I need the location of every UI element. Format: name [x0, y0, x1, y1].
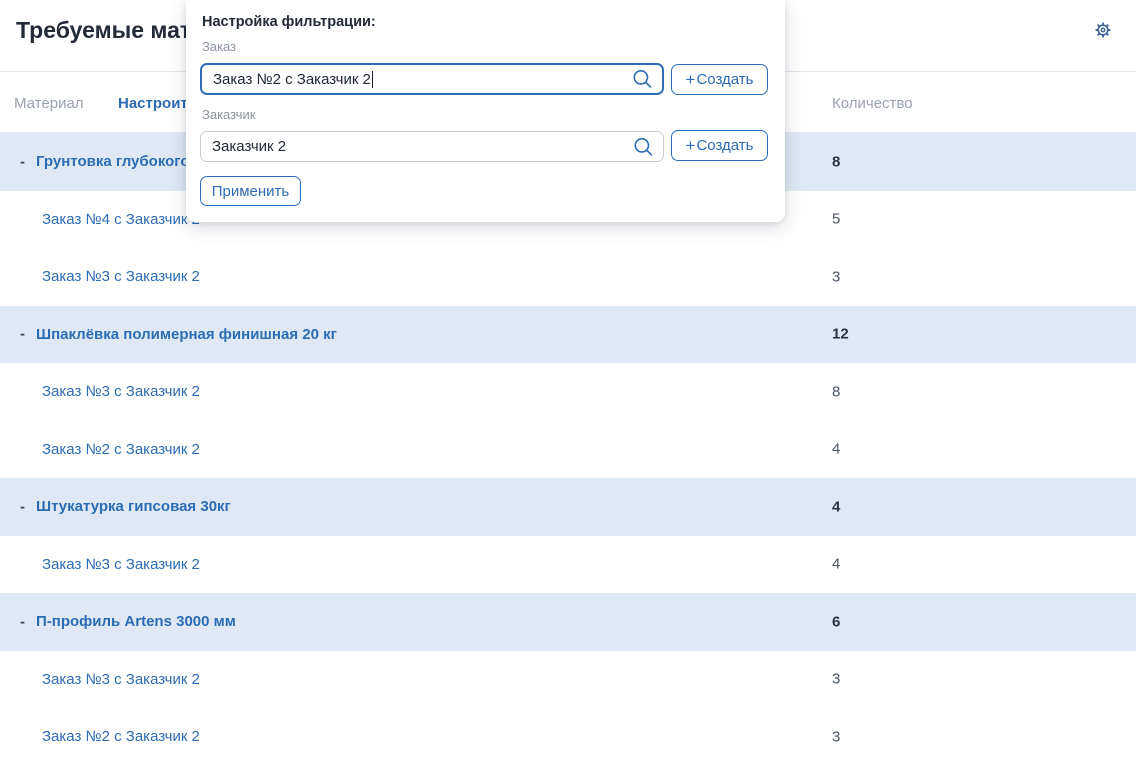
table-row-order[interactable]: Заказ №2 с Заказчик 2 4 [0, 421, 1136, 479]
materials-table: - Грунтовка глубокого проникновения 8 За… [0, 133, 1136, 766]
quantity-value: 5 [832, 211, 840, 228]
quantity-value: 12 [832, 326, 849, 343]
order-link[interactable]: Заказ №3 с Заказчик 2 [42, 671, 200, 688]
customer-search-input[interactable]: Заказчик 2 [200, 131, 664, 162]
table-row-group[interactable]: - Шпаклёвка полимерная финишная 20 кг 12 [0, 306, 1136, 364]
table-row-order[interactable]: Заказ №2 с Заказчик 2 3 [0, 708, 1136, 766]
order-link[interactable]: Заказ №2 с Заказчик 2 [42, 728, 200, 745]
search-icon[interactable] [633, 136, 654, 157]
quantity-value: 4 [832, 441, 840, 458]
plus-icon: + [686, 71, 696, 88]
quantity-value: 3 [832, 671, 840, 688]
material-name-link[interactable]: Штукатурка гипсовая 30кг [36, 498, 231, 515]
table-row-order[interactable]: Заказ №3 с Заказчик 2 3 [0, 248, 1136, 306]
order-link[interactable]: Заказ №2 с Заказчик 2 [42, 441, 200, 458]
quantity-value: 3 [832, 268, 840, 285]
order-link[interactable]: Заказ №4 с Заказчик 2 [42, 211, 200, 228]
order-input-value: Заказ №2 с Заказчик 2 [213, 71, 371, 88]
create-order-label: Создать [696, 71, 753, 88]
collapse-icon[interactable]: - [20, 613, 25, 630]
quantity-value: 4 [832, 556, 840, 573]
quantity-value: 6 [832, 613, 840, 630]
column-header-quantity: Количество [832, 95, 913, 112]
collapse-icon[interactable]: - [20, 153, 25, 170]
create-order-button[interactable]: +Создать [671, 64, 768, 95]
table-row-order[interactable]: Заказ №3 с Заказчик 2 8 [0, 363, 1136, 421]
material-name-link[interactable]: П-профиль Artens 3000 мм [36, 613, 236, 630]
gear-icon [1095, 22, 1111, 38]
order-link[interactable]: Заказ №3 с Заказчик 2 [42, 556, 200, 573]
table-row-group[interactable]: - Штукатурка гипсовая 30кг 4 [0, 478, 1136, 536]
settings-button[interactable] [1094, 21, 1112, 39]
popup-title: Настройка фильтрации: [202, 14, 376, 30]
plus-icon: + [686, 137, 696, 154]
table-row-group[interactable]: - П-профиль Artens 3000 мм 6 [0, 593, 1136, 651]
search-icon[interactable] [632, 69, 653, 90]
collapse-icon[interactable]: - [20, 326, 25, 343]
quantity-value: 3 [832, 728, 840, 745]
collapse-icon[interactable]: - [20, 498, 25, 515]
text-cursor [372, 71, 373, 88]
quantity-value: 8 [832, 383, 840, 400]
create-customer-label: Создать [696, 137, 753, 154]
quantity-value: 4 [832, 498, 840, 515]
order-search-input[interactable]: Заказ №2 с Заказчик 2 [200, 63, 664, 95]
column-header-material: Материал [14, 95, 84, 112]
order-link[interactable]: Заказ №3 с Заказчик 2 [42, 268, 200, 285]
create-customer-button[interactable]: +Создать [671, 130, 768, 161]
table-row-order[interactable]: Заказ №3 с Заказчик 2 3 [0, 651, 1136, 709]
filter-settings-popup: Настройка фильтрации: Заказ Заказ №2 с З… [186, 0, 785, 222]
material-name-link[interactable]: Шпаклёвка полимерная финишная 20 кг [36, 326, 337, 343]
order-link[interactable]: Заказ №3 с Заказчик 2 [42, 383, 200, 400]
order-field-label: Заказ [202, 39, 236, 54]
customer-field-label: Заказчик [202, 107, 255, 122]
apply-filter-button[interactable]: Применить [200, 176, 301, 206]
quantity-value: 8 [832, 153, 840, 170]
table-row-order[interactable]: Заказ №3 с Заказчик 2 4 [0, 536, 1136, 594]
customer-input-value: Заказчик 2 [212, 138, 286, 155]
